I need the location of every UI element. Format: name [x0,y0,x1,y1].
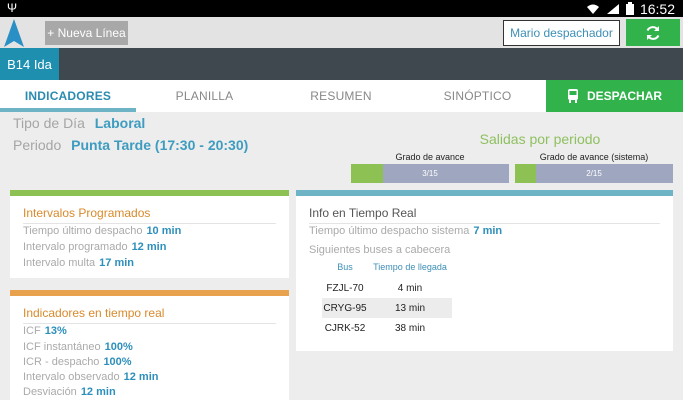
new-line-button[interactable]: + Nueva Línea [45,21,128,45]
indicadores-title: Indicadores en tiempo real [23,306,165,320]
arrival-time: 4 min [397,282,423,294]
arrival-time: 13 min [394,302,425,314]
column-header-bus: Bus [337,262,353,272]
kv-row: Intervalo multa 17 min [23,257,135,269]
progress-system-text: 2/15 [586,169,602,178]
kv-row: ICF instantáneo 100% [23,341,133,353]
kv-row: ICR - despacho 100% [23,356,132,368]
app-logo-icon [4,19,24,47]
progress-text: 3/15 [422,169,438,178]
salidas-title: Salidas por periodo [479,131,601,147]
indicadores-panel: Indicadores en tiempo real ICF 13% ICF in… [10,290,289,400]
tipo-dia-row: Tipo de Día Laboral [13,115,145,131]
periodo-value: Punta Tarde (17:30 - 20:30) [71,137,249,153]
tiempo-real-title: Info en Tiempo Real [309,206,417,220]
kv-row: ICF 13% [23,325,67,337]
tab-indicadores[interactable]: INDICADORES [0,80,136,112]
bus-plate: FZJL-70 [326,282,364,294]
intervalos-title: Intervalos Programados [23,206,151,220]
tipo-dia-label: Tipo de Día [13,115,85,131]
kv-row: Tiempo último despacho sistema 7 min [309,225,503,237]
tab-planilla[interactable]: PLANILLA [136,80,273,112]
route-name[interactable]: B14 Ida [0,48,59,80]
table-row[interactable]: CJRK-52 38 min [322,318,452,338]
bus-plate: CRYG-95 [323,302,367,314]
dispatch-button[interactable]: DESPACHAR [546,80,683,112]
bus-plate: CJRK-52 [324,322,366,334]
kv-row: Intervalo programado 12 min [23,241,167,253]
progress-label: Grado de avance [395,152,465,162]
progress-system-label: Grado de avance (sistema) [539,152,649,162]
signal-icon [606,3,619,14]
periodo-row: Periodo Punta Tarde (17:30 - 20:30) [13,137,248,153]
table-row[interactable]: FZJL-70 4 min [322,278,452,298]
refresh-icon [646,25,660,40]
arrival-time: 38 min [394,322,425,334]
kv-row: Intervalo observado 12 min [23,371,159,383]
status-bar: Ψ 16:52 [0,0,683,17]
refresh-button[interactable] [626,19,680,46]
clock: 16:52 [639,0,675,17]
user-button[interactable]: Mario despachador [503,20,620,46]
app-bar: + Nueva Línea Mario despachador [0,17,683,48]
progress-system-bar: 2/15 [515,164,673,183]
route-bar: B14 Ida [0,48,683,80]
tipo-dia-value: Laboral [94,115,146,131]
buses-subtitle: Siguientes buses a cabecera [309,244,451,256]
intervalos-panel: Intervalos Programados Tiempo último des… [10,190,289,278]
usb-icon: Ψ [7,1,18,15]
dispatch-label: DESPACHAR [586,89,663,103]
periodo-label: Periodo [13,137,62,153]
progress-bar: 3/15 [351,164,509,183]
tab-sinoptico[interactable]: SINÓPTICO [409,80,546,112]
battery-icon [625,2,634,15]
kv-row: Tiempo último despacho 10 min [23,225,182,237]
tab-resumen[interactable]: RESUMEN [273,80,409,112]
kv-row: Desviación 12 min [23,386,116,398]
column-header-time: Tiempo de llegada [373,262,447,272]
table-row[interactable]: CRYG-95 13 min [322,298,452,318]
bus-icon [567,89,578,103]
wifi-icon [586,4,599,14]
